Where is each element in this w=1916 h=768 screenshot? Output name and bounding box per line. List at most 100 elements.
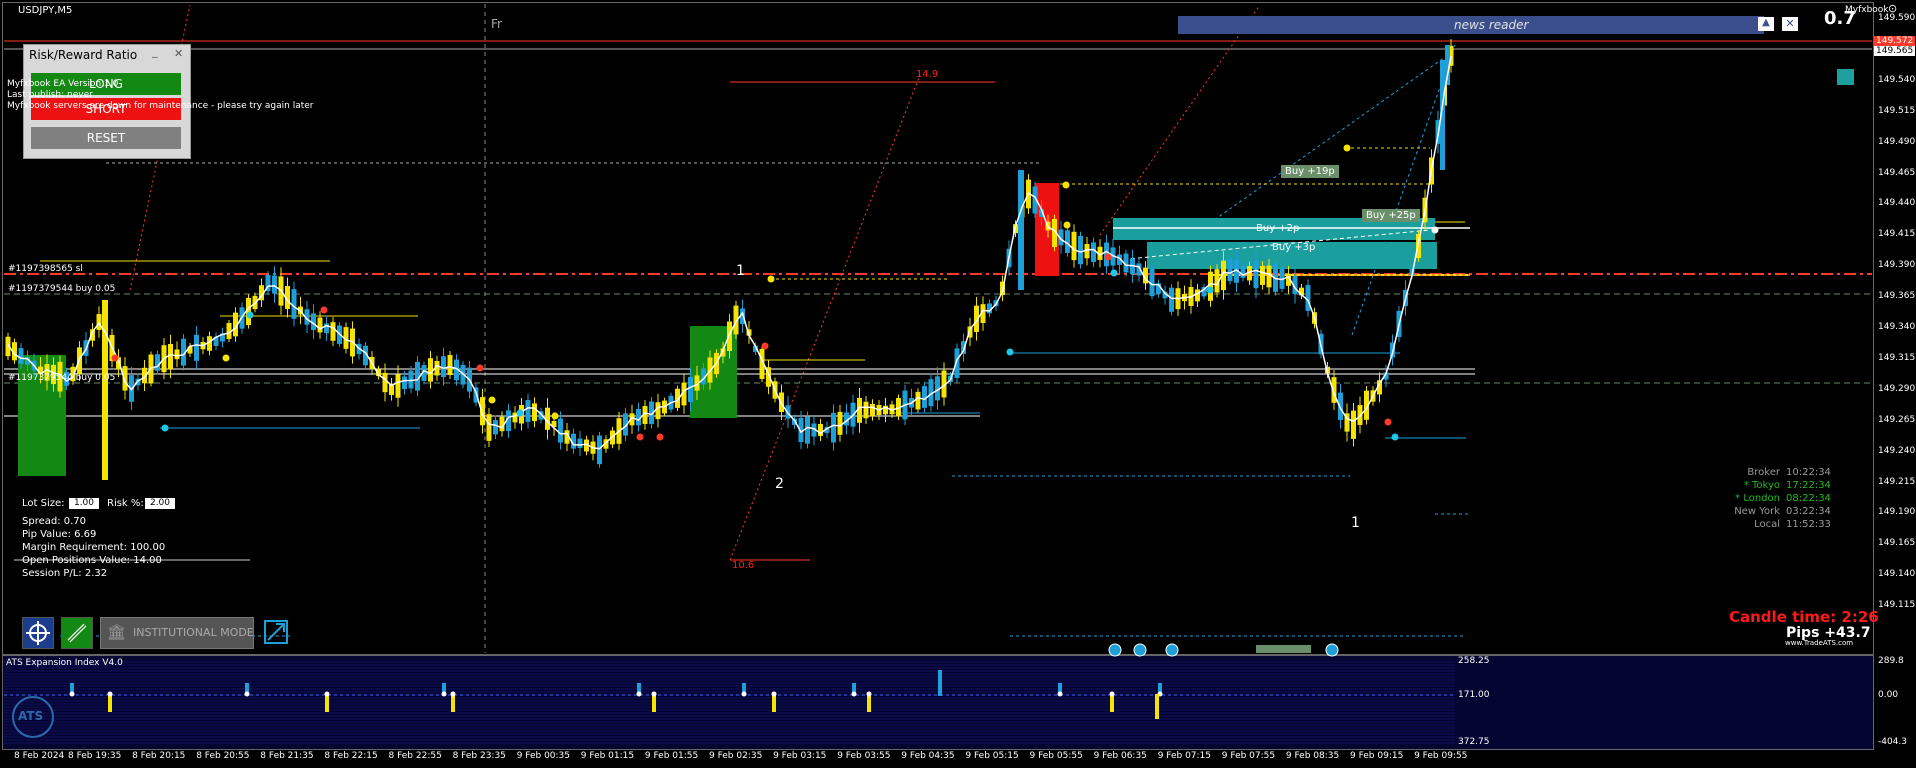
candle-body [493, 420, 498, 435]
candle-body [1266, 265, 1272, 288]
news-up-icon[interactable]: ▲ [1758, 17, 1774, 31]
margin-value: Margin Requirement: 100.00 [22, 542, 166, 553]
candle-time: Candle time: 2:26 [1729, 608, 1879, 626]
event-marker [1165, 643, 1179, 657]
signal-dot [320, 306, 328, 314]
candle-body [382, 372, 388, 393]
candle-body [1351, 410, 1356, 439]
news-close-icon[interactable]: ✕ [1782, 17, 1798, 31]
clock-time: 11:52:33 [1786, 519, 1831, 530]
price-axis-label: 149.190 [1878, 507, 1916, 518]
signal-dot [1384, 418, 1392, 426]
signal-dot [1431, 226, 1439, 234]
time-axis-label: 9 Feb 09:15 [1350, 751, 1404, 761]
candle-body [1253, 260, 1259, 289]
candle-body [1227, 258, 1233, 282]
order-buy-label[interactable]: #1197379544 buy 0.05 [8, 284, 115, 294]
trade-label[interactable]: Buy +3p [1272, 242, 1315, 253]
reset-button[interactable]: RESET [31, 127, 181, 149]
signal-dot [1104, 253, 1112, 261]
signal-dot [1206, 286, 1214, 294]
spread-value: Spread: 0.70 [22, 516, 87, 527]
candle-body [558, 418, 563, 443]
level-label-lower: 10.6 [732, 560, 755, 571]
candle-body [441, 356, 446, 378]
indicator-dot [450, 691, 456, 697]
time-axis-label: 9 Feb 07:55 [1221, 751, 1276, 761]
candle-body [1169, 287, 1174, 312]
panel-close-button[interactable]: ✕ [174, 47, 183, 60]
signal-dot [1110, 269, 1118, 277]
price-axis-label: 149.265 [1878, 414, 1916, 425]
time-axis-label: 8 Feb 23:35 [452, 751, 506, 761]
price-tag-current: 149.572 [1874, 36, 1916, 46]
candle-body [915, 391, 921, 410]
candle-body [428, 358, 433, 382]
projection-line [1099, 4, 1261, 236]
price-axis-label: 149.440 [1878, 198, 1916, 209]
indicator-bar [938, 670, 942, 696]
signal-dot [656, 433, 664, 441]
candle-body [525, 400, 531, 422]
order-buy-label-2[interactable]: #1197379544 buy 0.05 [8, 373, 115, 383]
news-reader-title: news reader [1454, 18, 1529, 32]
trade-label[interactable]: Buy +25p [1362, 209, 1420, 222]
signal-dot [636, 433, 644, 441]
risk-input[interactable]: 2.00 [145, 498, 175, 509]
indicator-dot [1057, 691, 1063, 697]
time-axis-label: 9 Feb 02:35 [709, 751, 763, 761]
candle-body [102, 300, 108, 480]
signal-dot [1063, 221, 1071, 229]
signal-dot [161, 424, 169, 432]
candle-body [330, 322, 336, 341]
candle-body [577, 438, 583, 449]
time-axis-label: 8 Feb 20:55 [196, 751, 250, 761]
chart-window[interactable]: USDJPY,M5 Fr news reader ▲ ✕ Myfxbook ⊙ … [0, 0, 1916, 768]
expand-button[interactable] [262, 618, 290, 646]
price-axis-label: 149.340 [1878, 322, 1916, 332]
signal-dot [1062, 181, 1070, 189]
order-sl-label[interactable]: #1197398565 sl [8, 264, 83, 274]
panel-minimize-button[interactable]: _ [152, 45, 158, 58]
trade-label[interactable]: Buy +19p [1281, 165, 1339, 178]
news-reader-bar[interactable]: news reader ▲ ✕ [1178, 16, 1798, 34]
site-url: www.TradeATS.com [1785, 639, 1854, 647]
price-axis-label: 149.115 [1878, 600, 1916, 611]
indicator-dot [771, 691, 777, 697]
candle-body [1149, 267, 1155, 297]
signal-dot [551, 412, 559, 420]
candle-body [1091, 242, 1096, 263]
myfxbook-server-notice: Myfxbook servers are down for maintenanc… [7, 101, 314, 111]
price-axis-label: 149.290 [1878, 383, 1916, 394]
candle-body [532, 403, 537, 422]
institutional-mode-button[interactable]: 🏛 INSTITUTIONAL MODE [100, 617, 254, 649]
teal-marker [1837, 69, 1854, 85]
lot-size-input[interactable]: 1.00 [69, 498, 99, 509]
time-axis-label: 9 Feb 05:15 [965, 751, 1019, 761]
event-marker [1108, 643, 1122, 657]
indicator-bar [108, 694, 112, 712]
risk-reward-title: Risk/Reward Ratio [29, 48, 138, 62]
candle-body [194, 334, 199, 361]
ats-logo: ATS [12, 696, 54, 738]
trend-line [1199, 49, 1456, 231]
crosshair-button[interactable] [22, 617, 54, 649]
time-axis-label: 8 Feb 22:15 [324, 751, 378, 761]
open-positions-value: Open Positions Value: 14.00 [22, 555, 162, 566]
indicator-dot [441, 691, 447, 697]
price-axis-label: 149.540 [1878, 74, 1916, 85]
crosshair-icon [26, 621, 50, 645]
price-axis-label: 149.515 [1878, 105, 1916, 116]
candle-body [1208, 271, 1213, 301]
price-chart[interactable] [0, 0, 1916, 768]
candle-body [1018, 170, 1024, 290]
time-axis-label: 8 Feb 21:35 [260, 751, 314, 761]
session-pl-value: Session P/L: 2.32 [22, 568, 108, 579]
signal-dot [767, 275, 775, 283]
link-button[interactable] [61, 617, 93, 649]
candle-body [291, 289, 297, 319]
candle-body [863, 401, 869, 419]
trade-label[interactable]: Buy +2p [1256, 223, 1299, 234]
time-axis-label: 9 Feb 09:55 [1414, 751, 1468, 761]
clock-name: * Tokyo [1743, 480, 1780, 491]
